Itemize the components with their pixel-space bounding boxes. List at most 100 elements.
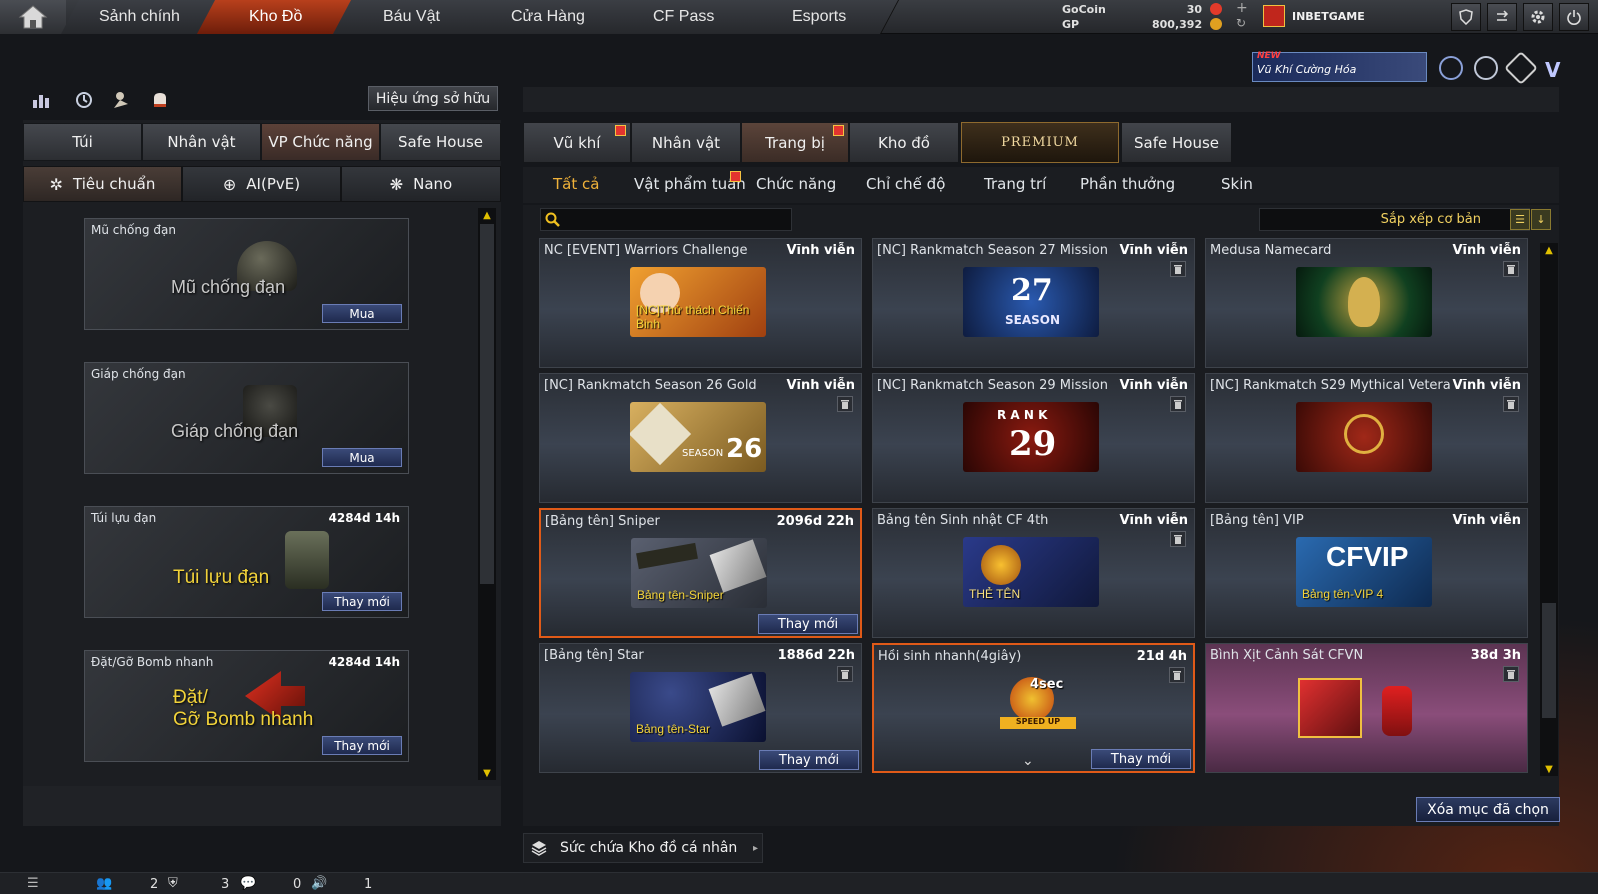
- history-icon[interactable]: [72, 88, 96, 112]
- cat-skin[interactable]: Skin: [1221, 175, 1253, 193]
- item-card[interactable]: [NC] Rankmatch Season 29 Mission Vĩnh vi…: [872, 373, 1195, 503]
- weapon-upgrade-banner[interactable]: NEW Vũ Khí Cường Hóa: [1252, 51, 1427, 82]
- renew-button[interactable]: Thay mới: [759, 750, 859, 770]
- stats-icon[interactable]: [29, 88, 53, 112]
- tab-equipment[interactable]: Trang bị: [741, 122, 849, 163]
- scroll-down-icon[interactable]: ▼: [1540, 762, 1558, 776]
- subtab-standard[interactable]: ✲ Tiêu chuẩn: [23, 166, 182, 202]
- nav-tab-inventory[interactable]: Kho Đồ: [196, 0, 356, 34]
- speaker-icon[interactable]: 🔊: [311, 876, 327, 891]
- trash-icon[interactable]: [1503, 666, 1519, 682]
- capacity-button[interactable]: Sức chứa Kho đồ cá nhân ▸: [523, 833, 763, 863]
- renew-button[interactable]: Thay mới: [758, 614, 858, 634]
- item-card-selected[interactable]: Hồi sinh nhanh(4giây) 21d 4h 4sec SPEED …: [872, 643, 1195, 773]
- owned-effects-button[interactable]: Hiệu ứng sở hữu: [368, 86, 498, 111]
- left-item-armor[interactable]: Giáp chống đạn Giáp chống đạn Mua: [84, 362, 409, 474]
- trash-icon[interactable]: [1503, 261, 1519, 277]
- v-logo-icon[interactable]: V: [1545, 58, 1560, 82]
- cat-mode-only[interactable]: Chỉ chế độ: [866, 175, 945, 193]
- item-card[interactable]: [NC] Rankmatch Season 26 Gold Vĩnh viễn …: [539, 373, 862, 503]
- cat-decoration[interactable]: Trang trí: [984, 175, 1046, 193]
- delete-selected-button-front[interactable]: Xóa mục đã chọn: [1416, 797, 1560, 822]
- trash-icon[interactable]: [1170, 396, 1186, 412]
- buy-button[interactable]: Mua: [322, 448, 402, 467]
- settings-button[interactable]: [1523, 3, 1553, 31]
- scroll-up-icon[interactable]: ▲: [1540, 243, 1558, 257]
- nav-tab-cf-pass[interactable]: CF Pass: [604, 0, 764, 34]
- scroll-down-icon[interactable]: ▼: [478, 766, 496, 780]
- new-badge: NEW: [1257, 51, 1281, 61]
- cat-all[interactable]: Tất cả: [553, 175, 599, 193]
- item-card[interactable]: Bảng tên Sinh nhật CF 4th Vĩnh viễn THẺ …: [872, 508, 1195, 638]
- scroll-thumb[interactable]: [1542, 603, 1556, 718]
- left-item-helmet[interactable]: Mũ chống đạn Mũ chống đạn Mua: [84, 218, 409, 330]
- nav-tab-treasure[interactable]: Báu Vật: [332, 0, 492, 34]
- renew-button[interactable]: Thay mới: [322, 736, 402, 755]
- item-card[interactable]: Bình Xịt Cảnh Sát CFVN 38d 3h: [1205, 643, 1528, 773]
- item-card[interactable]: [NC] Rankmatch Season 27 Mission Vĩnh vi…: [872, 238, 1195, 368]
- trash-icon[interactable]: [837, 666, 853, 682]
- refresh-icon[interactable]: ↻: [1236, 16, 1246, 30]
- tab-weapons[interactable]: Vũ khí: [523, 122, 631, 163]
- glove-icon[interactable]: [148, 88, 172, 112]
- item-name: Bảng tên Sinh nhật CF 4th: [877, 513, 1049, 528]
- list-view-icon[interactable]: ☰: [1510, 209, 1530, 230]
- sort-direction-icon[interactable]: ↓: [1531, 209, 1551, 230]
- item-card[interactable]: [Bảng tên] VIP Vĩnh viễn CFVIP Bảng tên-…: [1205, 508, 1528, 638]
- character-icon[interactable]: [110, 88, 134, 112]
- tab-safe-house[interactable]: Safe House: [380, 123, 501, 161]
- search-input[interactable]: [565, 211, 787, 228]
- nav-tab-shop[interactable]: Cửa Hàng: [468, 0, 628, 34]
- menu-icon[interactable]: ☰: [27, 876, 39, 891]
- tab-character[interactable]: Nhân vật: [142, 123, 261, 161]
- renew-button[interactable]: Thay mới: [322, 592, 402, 611]
- power-button[interactable]: [1559, 3, 1589, 31]
- clan-shield-icon[interactable]: ⛨: [168, 876, 178, 891]
- chat-icon[interactable]: 💬: [240, 876, 256, 891]
- cat-weekly-items[interactable]: Vật phẩm tuần: [634, 171, 746, 193]
- event-icon-3[interactable]: [1504, 51, 1538, 85]
- add-currency-icon[interactable]: +: [1236, 0, 1248, 16]
- item-card[interactable]: NC [EVENT] Warriors Challenge Vĩnh viễn …: [539, 238, 862, 368]
- search-box[interactable]: [540, 208, 792, 231]
- cat-rewards[interactable]: Phần thưởng: [1080, 175, 1175, 193]
- item-card[interactable]: [Bảng tên] Star 1886d 22h Bảng tên-Star …: [539, 643, 862, 773]
- event-icon-1[interactable]: [1439, 56, 1463, 80]
- cat-function[interactable]: Chức năng: [756, 175, 836, 193]
- shield-button[interactable]: [1451, 3, 1481, 31]
- tab-premium[interactable]: PREMIUM: [961, 122, 1119, 163]
- switch-button[interactable]: [1487, 3, 1517, 31]
- globe-icon[interactable]: [1474, 56, 1498, 80]
- friends-icon[interactable]: 👥: [96, 876, 112, 891]
- tab-function-items[interactable]: VP Chức năng: [261, 123, 380, 161]
- trash-icon[interactable]: [1169, 667, 1185, 683]
- item-card-selected[interactable]: [Bảng tên] Sniper 2096d 22h Bảng tên-Sni…: [539, 508, 862, 638]
- right-scrollbar[interactable]: ▲ ▼: [1540, 243, 1558, 776]
- trash-icon[interactable]: [837, 396, 853, 412]
- tab-bag[interactable]: Túi: [23, 123, 142, 161]
- left-scrollbar[interactable]: ▲ ▼: [478, 208, 496, 780]
- subtab-ai-pve[interactable]: ⊕ AI(PvE): [182, 166, 341, 202]
- nav-tab-esports[interactable]: Esports: [740, 0, 900, 34]
- scroll-thumb[interactable]: [480, 224, 494, 584]
- nav-tab-lobby[interactable]: Sảnh chính: [60, 0, 220, 34]
- item-card[interactable]: Medusa Namecard Vĩnh viễn: [1205, 238, 1528, 368]
- tab-characters[interactable]: Nhân vật: [631, 122, 741, 163]
- sort-dropdown[interactable]: Sắp xếp cơ bản: [1259, 208, 1530, 231]
- trash-icon[interactable]: [1170, 261, 1186, 277]
- left-item-quick-bomb[interactable]: Đặt/Gỡ Bomb nhanh 4284d 14h Đặt/ Gỡ Bomb…: [84, 650, 409, 762]
- item-duration: Vĩnh viễn: [1119, 513, 1188, 528]
- subtab-nano[interactable]: ❋ Nano: [341, 166, 501, 202]
- trash-icon[interactable]: [1503, 396, 1519, 412]
- buy-button[interactable]: Mua: [322, 304, 402, 323]
- item-thumbnail: Bảng tên-Sniper: [631, 538, 767, 608]
- item-card[interactable]: [NC] Rankmatch S29 Mythical Veteran Vĩnh…: [1205, 373, 1528, 503]
- home-button[interactable]: [0, 0, 66, 34]
- trash-icon[interactable]: [1170, 531, 1186, 547]
- scroll-up-icon[interactable]: ▲: [478, 208, 496, 222]
- chevron-down-icon[interactable]: ⌄: [1022, 753, 1034, 769]
- renew-button[interactable]: Thay mới: [1091, 749, 1191, 769]
- tab-storage[interactable]: Kho đồ: [849, 122, 959, 163]
- tab-safe-house-right[interactable]: Safe House: [1121, 122, 1232, 163]
- left-item-grenade-pouch[interactable]: Túi lựu đạn 4284d 14h Túi lựu đạn Thay m…: [84, 506, 409, 618]
